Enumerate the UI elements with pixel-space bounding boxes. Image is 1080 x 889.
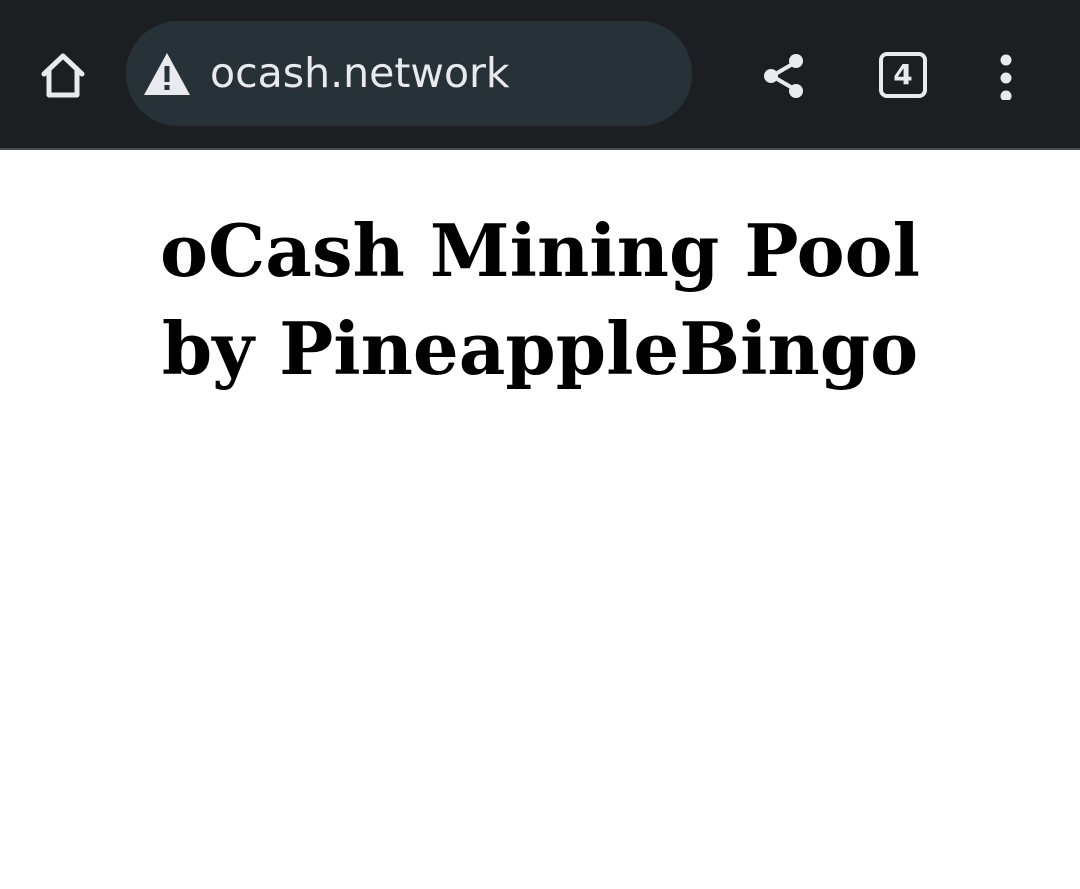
page-title-line1: oCash Mining Pool xyxy=(159,208,921,293)
page-title: oCash Mining Pool by PineappleBingo xyxy=(0,202,1080,398)
warning-icon[interactable] xyxy=(142,51,192,97)
browser-toolbar: ocash.network 4 xyxy=(0,0,1080,150)
url-text[interactable]: ocash.network xyxy=(210,21,510,126)
page-content: oCash Mining Pool by PineappleBingo xyxy=(0,150,1080,889)
share-button[interactable] xyxy=(756,48,812,104)
home-button[interactable] xyxy=(30,44,96,106)
page-title-line2: by PineappleBingo xyxy=(161,306,919,391)
home-icon xyxy=(41,53,85,98)
tab-count: 4 xyxy=(893,58,913,91)
url-bar[interactable]: ocash.network xyxy=(126,21,692,126)
tab-switcher-button[interactable]: 4 xyxy=(874,48,930,104)
more-menu-button[interactable] xyxy=(986,48,1026,104)
more-vert-icon xyxy=(1000,54,1012,100)
share-icon xyxy=(764,54,803,98)
